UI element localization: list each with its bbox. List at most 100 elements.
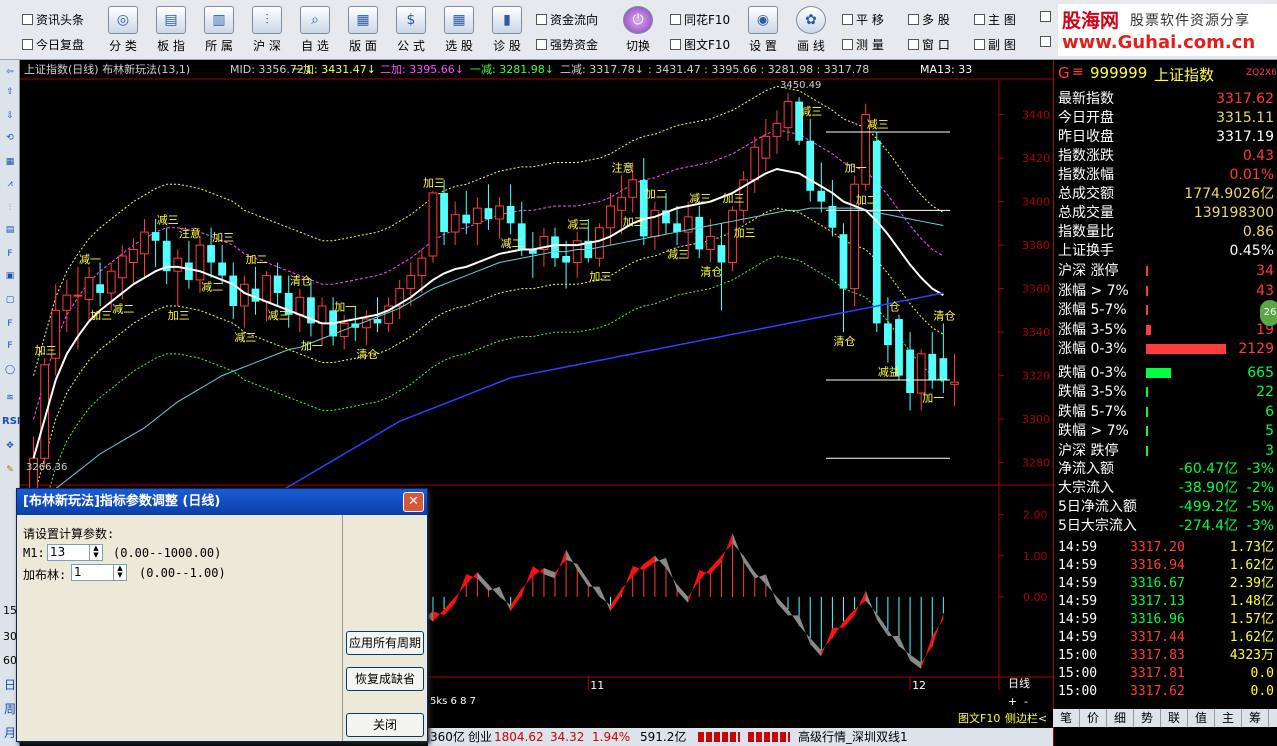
candle-icon: ⫶ — [252, 6, 282, 34]
quote-tab[interactable]: 势 — [1134, 709, 1161, 727]
f10b-icon[interactable]: F — [2, 338, 18, 354]
formula-button[interactable]: $ 公 式 — [390, 6, 432, 54]
apply-all-periods-button[interactable]: 应用所有周期 — [346, 631, 424, 655]
pencil-icon[interactable]: ✎ — [2, 462, 18, 478]
yaxis-tick-label: 3400 — [1022, 196, 1050, 209]
sector-button[interactable]: ▦ 版 面 — [342, 6, 384, 54]
signal-label: 清仓 — [700, 265, 722, 279]
quote-tab[interactable]: 笔 — [1053, 709, 1080, 727]
stat-row: 指数涨跌 0.43 — [1058, 147, 1274, 165]
belongs-button[interactable]: ▥ 所 属 — [198, 6, 240, 54]
tick-price: 3317.44 — [1130, 630, 1185, 645]
category-button[interactable]: ◎ 分 类 — [102, 6, 144, 54]
menu-icon[interactable]: ≡ — [1072, 64, 1084, 80]
check-strong-fund[interactable]: 强势资金 — [536, 36, 598, 53]
check-window[interactable]: 窗 口 — [908, 36, 950, 53]
flow-row: 净流入额 -60.47亿 -3% — [1058, 460, 1274, 478]
checkbox-icon — [22, 14, 33, 25]
move-icon[interactable]: ✥ — [2, 438, 18, 454]
checkbox-icon — [908, 14, 919, 25]
f12-icon[interactable]: F — [2, 316, 18, 332]
arrow-up-icon[interactable]: ⇧ — [2, 84, 18, 100]
logo-url: www.Guhai.com.cn — [1062, 32, 1256, 53]
check-extra-2[interactable] — [1040, 36, 1051, 47]
line-chart-icon[interactable]: ⩘ — [2, 176, 18, 192]
candle-body — [916, 353, 926, 394]
tick-row: 14:59 3316.96 1.57亿 — [1058, 611, 1274, 629]
signal-label: 减三 — [800, 105, 822, 118]
check-multi-stock[interactable]: 多 股 — [908, 11, 950, 28]
sidebar-link[interactable]: 侧边栏< — [1005, 711, 1047, 725]
m1-spinner-icon[interactable]: ▲ ▼ — [89, 545, 102, 560]
column-icon: ▮ — [492, 6, 522, 34]
quote-tab[interactable]: 联 — [1161, 709, 1188, 727]
check-news-headline[interactable]: 资讯头条 — [22, 11, 84, 28]
quote-tab[interactable]: 价 — [1080, 709, 1107, 727]
doc-icon[interactable]: ▢ — [2, 292, 18, 308]
quote-tab[interactable]: 细 — [1107, 709, 1134, 727]
signal-label: 加一 — [301, 339, 323, 352]
checkbox-icon — [908, 39, 919, 50]
check-fund-flow[interactable]: 资金流向 — [536, 11, 598, 28]
check-pan[interactable]: 平 移 — [842, 11, 884, 28]
shanghai-shenzhen-button[interactable]: ⫶ 沪 深 — [246, 6, 288, 54]
check-tonghua-f10[interactable]: 同花F10 — [670, 11, 730, 28]
tick-time: 14:59 — [1058, 612, 1098, 627]
bollinger-spinner-icon[interactable]: ▲ ▼ — [113, 565, 126, 580]
flow-row: 5日净流入额 -499.2亿 -5% — [1058, 498, 1274, 516]
flow-row: 5日大宗流入 -274.4亿 -3% — [1058, 517, 1274, 535]
flow-value: -60.47亿 — [1178, 461, 1238, 477]
close-icon[interactable]: ✕ — [403, 492, 424, 512]
quote-tab[interactable]: 筹 — [1242, 709, 1269, 727]
candle-body — [140, 231, 149, 255]
dialog-close-button[interactable]: 关闭 — [346, 713, 424, 737]
check-tuwen-f10[interactable]: 图文F10 — [670, 36, 730, 53]
check-sub-chart[interactable]: 副 图 — [974, 36, 1016, 53]
side-badge[interactable]: 26 — [1260, 300, 1277, 326]
refresh-icon[interactable]: ⟲ — [2, 130, 18, 146]
diagnose-button[interactable]: ▮ 诊 股 — [486, 6, 528, 54]
candle-body — [562, 255, 571, 263]
signal-label: 加一 — [922, 392, 944, 405]
stat-row-label: 指数涨幅 — [1058, 167, 1114, 183]
news-icon[interactable]: ▣ — [2, 268, 18, 284]
add1-value: 一加: 3431.47↓ — [292, 63, 376, 76]
checkbox-icon — [1040, 36, 1051, 47]
wave-icon[interactable]: ≋ — [2, 390, 18, 406]
check-main-chart[interactable]: 主 图 — [974, 11, 1016, 28]
settings-button[interactable]: ◉ 设 置 — [742, 6, 784, 54]
watchlist-button[interactable]: ⌕ 自 选 — [294, 6, 336, 54]
rsi-label[interactable]: RSI — [2, 414, 21, 430]
draw-line-button[interactable]: ✿ 画 线 — [790, 6, 832, 54]
zoom-plus-icon[interactable]: + — [1008, 695, 1017, 708]
grid-icon: ▦ — [348, 6, 378, 34]
candlestick-icon[interactable]: ⫶ — [2, 200, 18, 216]
switch-button[interactable]: ⏻ 切换 — [617, 6, 659, 54]
breadth-row-bar — [1146, 266, 1148, 276]
check-extra-1[interactable] — [1040, 11, 1051, 22]
stat-row: 指数量比 0.86 — [1058, 223, 1274, 241]
quote-tab[interactable]: 主 — [1215, 709, 1242, 727]
f10-icon[interactable]: F — [2, 246, 18, 262]
signal-label: 减益 — [878, 365, 900, 379]
arrow-down-icon[interactable]: ⇩ — [2, 108, 18, 124]
candle-body — [96, 284, 105, 293]
quote-tab[interactable]: 值 — [1188, 709, 1215, 727]
restore-default-button[interactable]: 恢复成缺省 — [346, 667, 424, 691]
circle-icon[interactable]: ◯ — [2, 362, 18, 378]
breadth-row-label: 涨幅 3-5% — [1058, 321, 1127, 338]
grid-icon[interactable]: ▤ — [2, 222, 18, 238]
check-measure[interactable]: 测 量 — [842, 36, 884, 53]
candle-body — [495, 205, 504, 220]
zoom-minus-icon[interactable]: - — [1024, 695, 1028, 708]
arrow-left-icon[interactable]: ⇦ — [2, 64, 18, 80]
stock-picker-button[interactable]: ▦ 选 股 — [438, 6, 480, 54]
f10-link[interactable]: 图文F10 — [958, 711, 1000, 725]
candle-body — [783, 101, 793, 129]
periods-label[interactable]: 5ks 6 8 7 — [430, 696, 476, 707]
table-icon[interactable]: ▦ — [2, 154, 18, 170]
watermark-logo: 股海网 股票软件资源分享 www.Guhai.com.cn — [1058, 4, 1277, 56]
board-index-button[interactable]: ▤ 板 指 — [150, 6, 192, 54]
check-today-review[interactable]: 今日复盘 — [22, 36, 84, 53]
breadth-row-label: 沪深 涨停 — [1058, 263, 1119, 279]
